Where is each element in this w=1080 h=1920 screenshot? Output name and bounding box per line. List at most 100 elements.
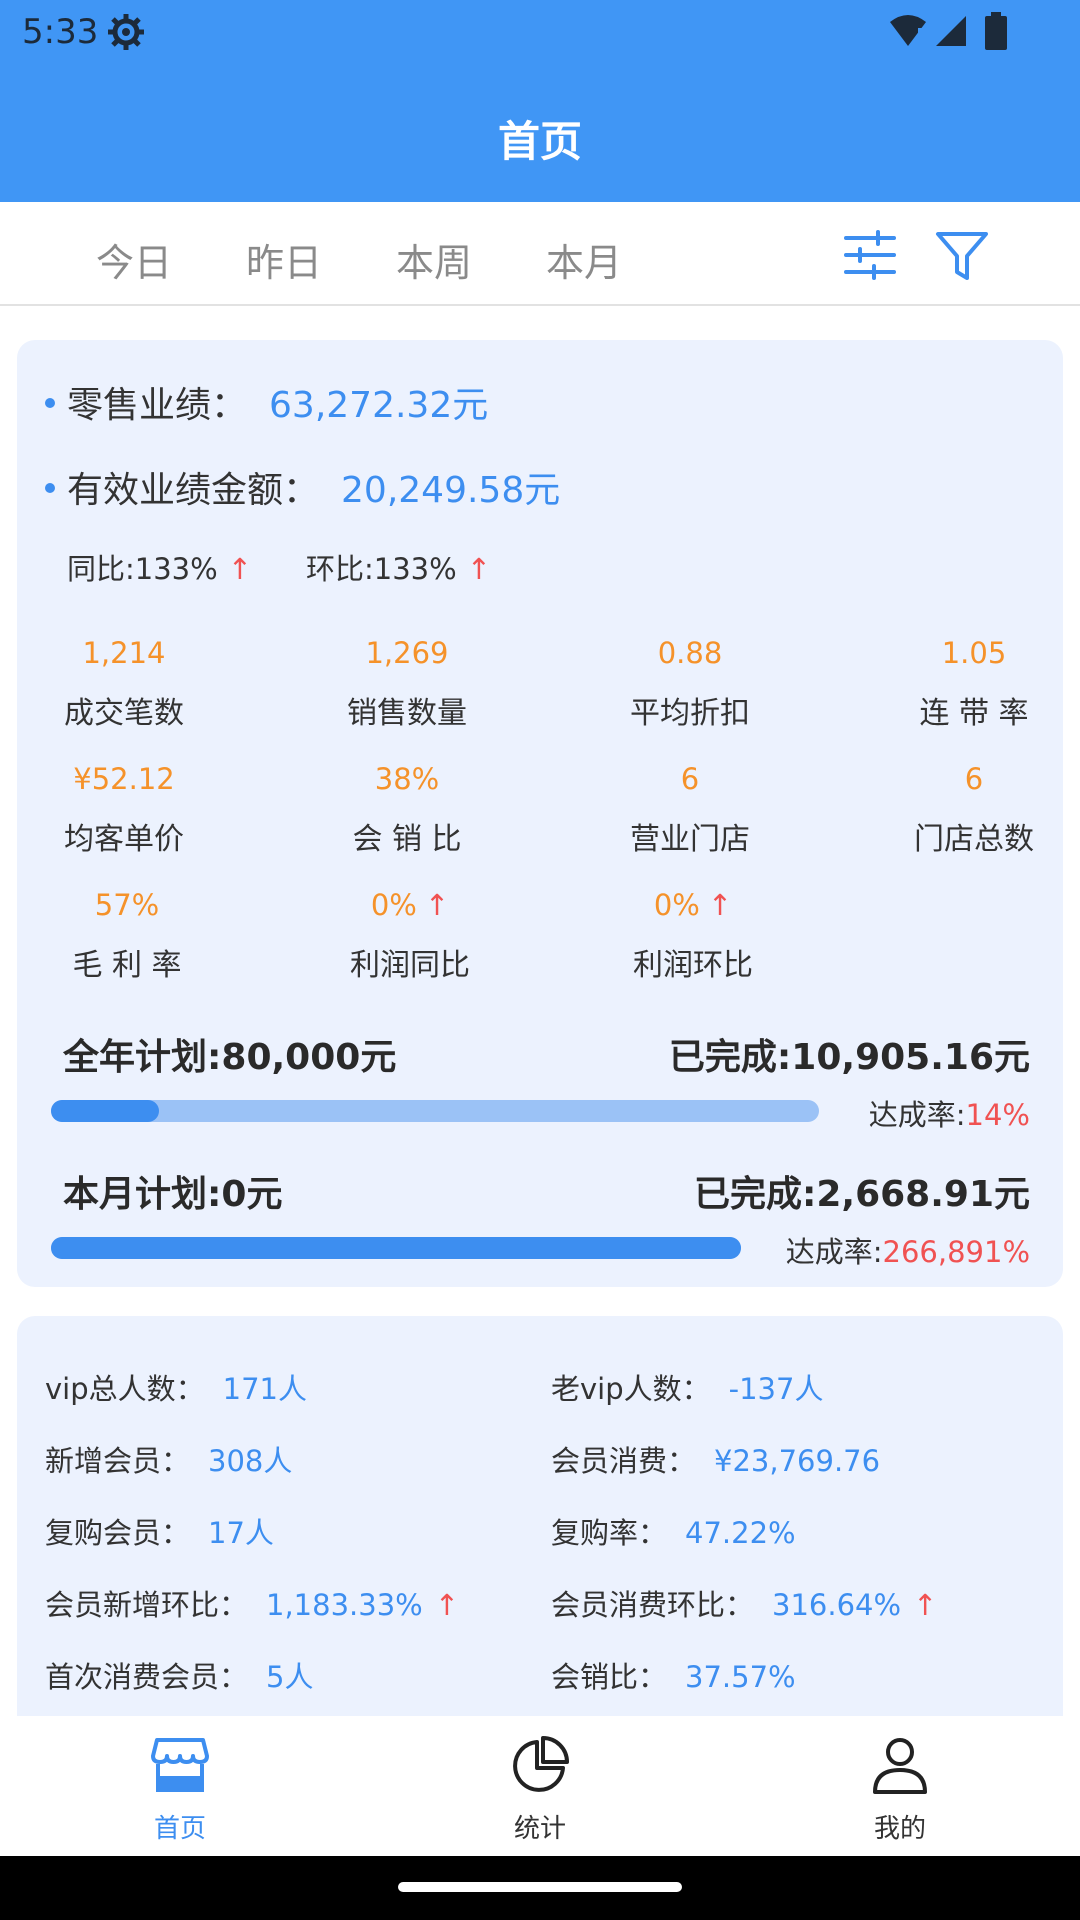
member-spend-mom-row: 会员消费环比： 316.64% ↑ [551, 1582, 937, 1624]
home-gesture-handle[interactable] [398, 1882, 682, 1892]
stat-label: 利润环比 [633, 948, 753, 983]
system-navigation-bar [0, 1856, 1080, 1920]
monthly-progress-bar [51, 1237, 741, 1259]
vip-total-label: vip总人数： [45, 1372, 205, 1406]
cell-signal-icon [936, 16, 966, 46]
nav-label: 我的 [873, 1814, 926, 1844]
tab-yesterday[interactable]: 昨日 [246, 232, 322, 287]
bullet-dot [45, 483, 55, 493]
stat-value: 57% [94, 888, 160, 922]
repurchase-rate-row: 复购率： 47.22% [551, 1510, 796, 1552]
repurchase-member-label: 复购会员： [45, 1516, 191, 1550]
nav-profile[interactable]: 我的 [820, 1734, 980, 1845]
old-vip-row: 老vip人数： -137人 [551, 1366, 823, 1408]
stat-label: 利润同比 [350, 948, 470, 983]
member-sales-ratio-row: 会销比： 37.57% [551, 1654, 796, 1696]
stat-value-row: 0% ↑ [310, 888, 510, 928]
repurchase-member-value: 17人 [208, 1516, 274, 1550]
store-icon [151, 1738, 209, 1792]
first-spend-member-row: 首次消费会员： 5人 [45, 1654, 313, 1696]
annual-progress-bar [51, 1100, 819, 1122]
mom-ratio: 环比:133% ↑ [306, 546, 491, 588]
member-spend-label: 会员消费： [551, 1444, 697, 1478]
stat-label: 均客单价 [64, 822, 184, 857]
tab-this-week[interactable]: 本周 [396, 232, 472, 287]
repurchase-rate-label: 复购率： [551, 1516, 668, 1550]
monthly-plan-completed: 已完成:2,668.91元 [693, 1174, 1030, 1215]
stat-sales-quantity: 1,269 销售数量 [307, 636, 507, 732]
annual-plan-completed: 已完成:10,905.16元 [668, 1037, 1030, 1078]
vip-total-value: 171人 [222, 1372, 307, 1406]
nav-home[interactable]: 首页 [100, 1734, 260, 1845]
stat-value: 0.88 [657, 636, 723, 670]
monthly-progress-fill [51, 1237, 741, 1259]
period-tab-bar: 今日 昨日 本周 本月 [0, 202, 1080, 306]
annual-achievement-rate: 达成率:14% [869, 1092, 1030, 1134]
stat-value: 6 [964, 762, 984, 796]
member-spend-mom-label: 会员消费环比： [551, 1588, 755, 1622]
stat-avg-ticket: ¥52.12 均客单价 [24, 762, 224, 858]
nav-statistics[interactable]: 统计 [460, 1734, 620, 1845]
status-time: 5:33 [22, 12, 99, 52]
stat-attachment-rate: 1.05 连 带 率 [874, 636, 1074, 732]
tab-today[interactable]: 今日 [96, 232, 172, 287]
up-arrow-icon: ↑ [707, 888, 733, 922]
stat-transactions: 1,214 成交笔数 [24, 636, 224, 732]
new-member-mom-row: 会员新增环比： 1,183.33% ↑ [45, 1582, 459, 1624]
member-summary-card: vip总人数： 171人 老vip人数： -137人 新增会员： 308人 会员消费：… [17, 1316, 1063, 1736]
bullet-dot [45, 398, 55, 408]
battery-icon [985, 12, 1007, 50]
new-member-label: 新增会员： [45, 1444, 191, 1478]
repurchase-member-row: 复购会员： 17人 [45, 1510, 274, 1552]
stat-average-discount: 0.88 平均折扣 [590, 636, 790, 732]
rate-label: 达成率: [868, 1098, 966, 1132]
stat-open-stores: 6 营业门店 [590, 762, 790, 858]
member-spend-row: 会员消费： ¥23,769.76 [551, 1438, 880, 1480]
first-spend-value: 5人 [266, 1660, 314, 1694]
monthly-achievement-rate: 达成率:266,891% [786, 1229, 1030, 1271]
bottom-navigation: 首页 统计 我的 [0, 1716, 1080, 1856]
stat-value-row: 0% ↑ [593, 888, 793, 928]
page-title: 首页 [497, 117, 582, 166]
monthly-plan-title: 本月计划:0元 [63, 1174, 283, 1215]
stat-value: 1,269 [365, 636, 449, 670]
stat-label: 毛 利 率 [72, 948, 182, 983]
sliders-icon[interactable] [842, 230, 898, 280]
stat-value: 1.05 [941, 636, 1007, 670]
yoy-ratio: 同比:133% ↑ [67, 546, 252, 588]
stat-gross-margin: 57% 毛 利 率 [27, 888, 227, 984]
first-spend-label: 首次消费会员： [45, 1660, 249, 1694]
new-member-value: 308人 [208, 1444, 293, 1478]
retail-value: 63,272.32元 [269, 385, 489, 426]
effective-value: 20,249.58元 [341, 470, 561, 511]
effective-label: 有效业绩金额： [67, 470, 320, 511]
old-vip-label: 老vip人数： [551, 1372, 711, 1406]
app-header: 5:33 首页 [0, 0, 1080, 202]
rate-value: 14% [965, 1098, 1030, 1132]
stat-label: 会 销 比 [352, 822, 462, 857]
pie-chart-icon [513, 1736, 569, 1792]
stat-label: 门店总数 [914, 822, 1034, 857]
stat-member-sales-ratio: 38% 会 销 比 [307, 762, 507, 858]
tab-this-month[interactable]: 本月 [546, 232, 622, 287]
up-arrow-icon: ↑ [434, 1588, 460, 1622]
filter-icon[interactable] [934, 230, 990, 282]
wifi-icon [890, 15, 926, 46]
new-member-mom-label: 会员新增环比： [45, 1588, 249, 1622]
new-member-row: 新增会员： 308人 [45, 1438, 292, 1480]
stat-value: 0% [370, 888, 417, 922]
up-arrow-icon: ↑ [466, 552, 491, 586]
up-arrow-icon: ↑ [227, 552, 252, 586]
stat-value: 1,214 [82, 636, 166, 670]
effective-performance-row: 有效业绩金额： 20,249.58元 [45, 461, 560, 513]
stat-value: ¥52.12 [73, 762, 175, 796]
retail-performance-row: 零售业绩： 63,272.32元 [45, 376, 488, 428]
stat-label: 平均折扣 [630, 696, 750, 731]
member-spend-mom-value: 316.64% [772, 1588, 902, 1622]
app-root: 5:33 首页 今日 昨日 本周 本月 零售业绩： 63,272.32元 有效业… [0, 0, 1080, 1920]
stat-value: 38% [374, 762, 440, 796]
member-sales-ratio-value: 37.57% [685, 1660, 796, 1694]
annual-progress-fill [51, 1100, 159, 1122]
old-vip-value: -137人 [728, 1372, 824, 1406]
stat-label: 成交笔数 [64, 696, 184, 731]
